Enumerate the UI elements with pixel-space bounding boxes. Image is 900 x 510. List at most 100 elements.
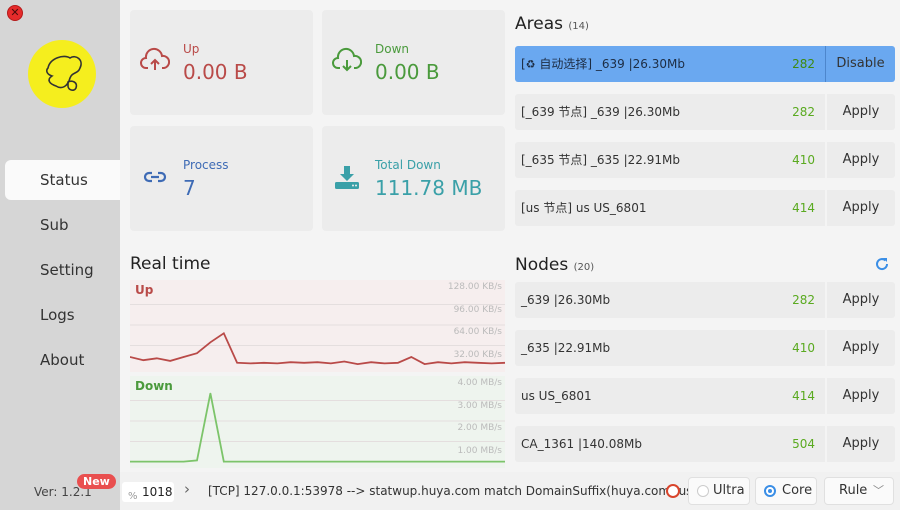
- node-row[interactable]: _635 |22.91Mb 410 Apply: [515, 330, 895, 366]
- down-label: Down: [375, 42, 410, 56]
- ultra-label: Ultra: [713, 483, 745, 498]
- up-chart-data-point: [477, 362, 479, 364]
- up-chart-plot: [130, 304, 505, 366]
- node-row[interactable]: _639 |26.30Mb 282 Apply: [515, 282, 895, 318]
- nav-about[interactable]: About: [5, 340, 120, 380]
- area-row[interactable]: [us 节点] us US_6801 414 Apply: [515, 190, 895, 226]
- down-chart-data-point: [357, 460, 359, 463]
- up-chart-data-point: [223, 332, 225, 334]
- link-icon: [143, 171, 167, 183]
- apply-button[interactable]: Apply: [825, 142, 895, 178]
- down-chart-data-point: [142, 460, 144, 463]
- nav-setting[interactable]: Setting: [5, 250, 120, 290]
- process-label: Process: [183, 158, 229, 172]
- down-chart-data-point: [169, 460, 171, 463]
- area-name: [♻ 自动选择] _639 |26.30Mb: [521, 46, 685, 83]
- areas-count: (14): [568, 21, 589, 32]
- core-label: Core: [782, 483, 813, 498]
- sidebar-nav: Status Sub Setting Logs About: [5, 160, 120, 385]
- core-toggle[interactable]: Core: [755, 477, 817, 505]
- up-chart-data-point: [209, 341, 211, 343]
- up-chart-data-point: [397, 362, 399, 364]
- down-chart-data-point: [303, 460, 305, 463]
- apply-button[interactable]: Apply: [825, 190, 895, 226]
- node-name: _635 |22.91Mb: [521, 341, 611, 355]
- area-name: [_639 节点] _639 |26.30Mb: [521, 105, 680, 119]
- chevron-right-icon[interactable]: ›: [184, 480, 190, 498]
- target-icon: [666, 484, 680, 498]
- close-icon[interactable]: ✕: [7, 5, 23, 21]
- mode-select[interactable]: Rule ﹀: [824, 477, 894, 505]
- areas-title-text: Areas: [515, 14, 563, 34]
- down-chart-data-point: [263, 460, 265, 463]
- down-chart-data-point: [397, 460, 399, 463]
- connections-counter[interactable]: % 1018: [122, 482, 174, 502]
- up-chart-data-point: [464, 361, 466, 363]
- up-chart-data-point: [424, 363, 426, 365]
- node-name: _639 |26.30Mb: [521, 293, 611, 307]
- realtime-title: Real time: [130, 254, 211, 274]
- stat-card-up: Up 0.00 B: [130, 10, 313, 115]
- down-chart-data-point: [223, 460, 225, 463]
- apply-button[interactable]: Apply: [825, 330, 895, 366]
- area-name: [us 节点] us US_6801: [521, 201, 647, 215]
- apply-button[interactable]: Apply: [825, 426, 895, 462]
- stat-card-process: Process 7: [130, 126, 313, 231]
- radio-icon: [697, 485, 709, 497]
- node-name: CA_1361 |140.08Mb: [521, 437, 642, 451]
- area-name: [_635 节点] _635 |22.91Mb: [521, 153, 680, 167]
- node-latency: 410: [792, 341, 815, 355]
- up-chart-data-point: [357, 363, 359, 365]
- apply-button[interactable]: Apply: [825, 94, 895, 130]
- down-chart-data-point: [437, 460, 439, 463]
- up-chart-data-point: [196, 352, 198, 354]
- up-chart: Up 128.00 KB/s 96.00 KB/s 64.00 KB/s 32.…: [130, 280, 505, 372]
- down-chart-data-point: [276, 460, 278, 463]
- area-latency: 414: [792, 201, 815, 215]
- total-down-value: 111.78 MB: [375, 176, 483, 200]
- down-chart-data-point: [477, 460, 479, 463]
- link-icon: %: [128, 491, 138, 502]
- area-row[interactable]: [_635 节点] _635 |22.91Mb 410 Apply: [515, 142, 895, 178]
- up-chart-data-point: [383, 362, 386, 365]
- process-value: 7: [183, 176, 196, 200]
- nav-logs[interactable]: Logs: [5, 295, 120, 335]
- up-chart-data-point: [249, 362, 252, 365]
- radio-selected-icon: [764, 485, 776, 497]
- down-chart-data-point: [410, 460, 412, 463]
- refresh-icon[interactable]: [874, 256, 890, 272]
- area-row[interactable]: [_639 节点] _639 |26.30Mb 282 Apply: [515, 94, 895, 130]
- area-latency: 282: [792, 105, 815, 119]
- node-row[interactable]: us US_6801 414 Apply: [515, 378, 895, 414]
- ultra-toggle[interactable]: Ultra: [688, 477, 750, 505]
- node-row[interactable]: CA_1361 |140.08Mb 504 Apply: [515, 426, 895, 462]
- chevron-down-icon: ﹀: [873, 484, 884, 497]
- down-chart-series-line: [130, 393, 505, 463]
- up-chart-data-point: [169, 360, 171, 362]
- apply-button[interactable]: Apply: [825, 282, 895, 318]
- area-row[interactable]: [♻ 自动选择] _639 |26.30Mb 282 Disable: [515, 46, 895, 82]
- mode-value: Rule: [839, 483, 868, 498]
- total-down-label: Total Down: [375, 158, 441, 172]
- cloud-upload-icon: [140, 47, 170, 70]
- up-chart-data-point: [450, 362, 453, 365]
- down-chart-data-point: [156, 460, 158, 463]
- up-chart-data-point: [437, 361, 439, 363]
- up-chart-data-point: [263, 362, 265, 364]
- nav-status[interactable]: Status: [5, 160, 120, 200]
- new-badge[interactable]: New: [77, 474, 116, 489]
- nav-sub[interactable]: Sub: [5, 205, 120, 245]
- cloud-download-icon: [332, 47, 362, 72]
- apply-button[interactable]: Apply: [825, 378, 895, 414]
- node-latency: 282: [792, 293, 815, 307]
- up-chart-data-point: [303, 362, 305, 364]
- disable-button[interactable]: Disable: [825, 46, 895, 82]
- download-tray-icon: [335, 166, 359, 189]
- down-chart-data-point: [370, 460, 372, 463]
- area-latency: 410: [792, 153, 815, 167]
- up-label: Up: [183, 42, 200, 56]
- up-chart-series-line: [130, 331, 505, 366]
- log-line: [TCP] 127.0.0.1:53978 --> statwup.huya.c…: [208, 484, 711, 498]
- down-chart-data-point: [343, 460, 345, 463]
- app-logo: [28, 40, 96, 108]
